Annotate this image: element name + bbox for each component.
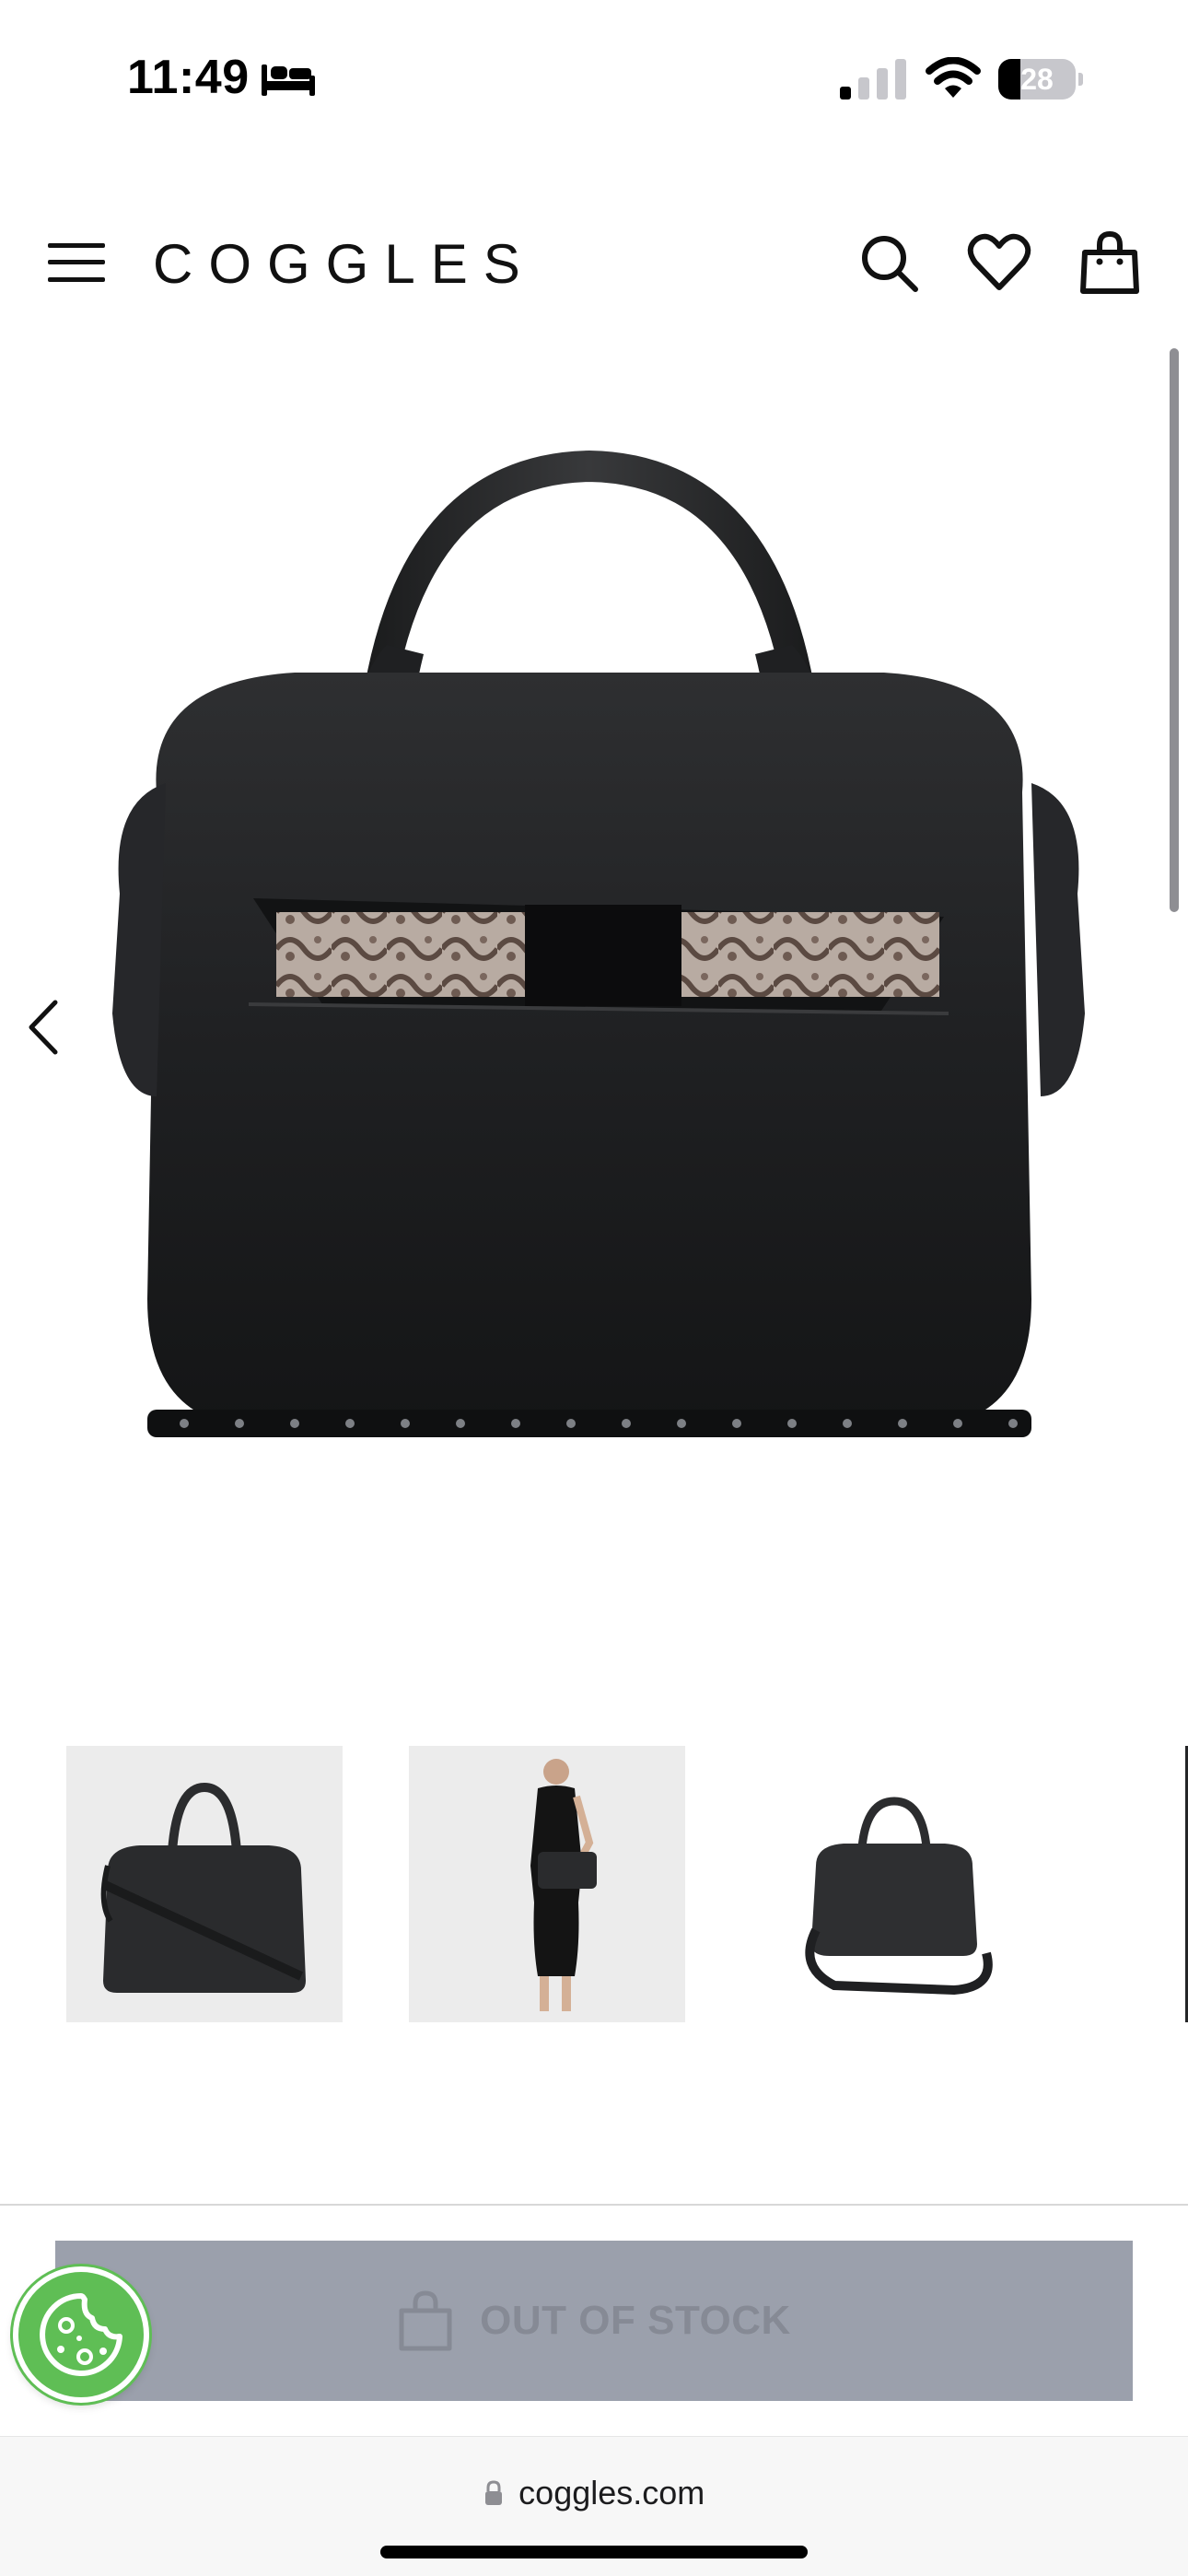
thumbnail-3[interactable] <box>751 1746 1028 2022</box>
site-header: COGGLES <box>0 193 1188 332</box>
battery-body: 28 <box>998 59 1076 100</box>
home-indicator[interactable] <box>380 2546 808 2558</box>
wifi-icon <box>926 57 981 98</box>
product-gallery <box>0 341 1188 1723</box>
heart-icon <box>967 233 1031 290</box>
out-of-stock-label: OUT OF STOCK <box>480 2298 791 2343</box>
hamburger-menu-icon[interactable] <box>48 241 105 284</box>
brand-logo[interactable]: COGGLES <box>153 232 536 296</box>
thumbnail-model-image <box>530 1759 597 2011</box>
sleep-focus-icon <box>262 64 315 96</box>
battery-cap <box>1078 73 1083 86</box>
thumbnail-4[interactable] <box>1094 1746 1188 2022</box>
cellular-signal-icon <box>840 59 906 100</box>
thumbnail-1[interactable] <box>66 1746 343 2022</box>
url-field[interactable]: coggles.com <box>0 2474 1188 2512</box>
product-main-image[interactable] <box>55 378 1142 1483</box>
chevron-left-icon[interactable] <box>20 995 66 1060</box>
url-text: coggles.com <box>518 2474 705 2512</box>
bag-icon <box>399 2290 452 2351</box>
thumbnail-2[interactable] <box>409 1746 685 2022</box>
thumbnail-strip <box>0 1746 1188 2024</box>
shopping-bag-icon <box>1080 230 1139 294</box>
wishlist-button[interactable] <box>967 230 1031 295</box>
thumbnail-bag-side-image <box>805 1797 993 1996</box>
status-bar: 11:49 28 <box>0 0 1188 161</box>
lock-icon <box>484 2480 502 2505</box>
search-button[interactable] <box>856 230 921 295</box>
product-page: 11:49 28 COGGLES OUT OF STOCK coggles.co… <box>0 0 1188 2576</box>
search-icon <box>862 236 918 292</box>
scrollbar[interactable] <box>1170 348 1179 912</box>
thumbnail-bag-front-image <box>100 1782 306 1993</box>
status-time: 11:49 <box>127 51 250 104</box>
thumbnail-bag-detail-image <box>1185 1746 1188 2022</box>
cookie-icon <box>40 2293 122 2376</box>
battery-level: 28 <box>1020 63 1054 96</box>
browser-url-bar: coggles.com <box>0 2436 1188 2576</box>
cookie-settings-button[interactable] <box>13 2266 149 2403</box>
cart-button[interactable] <box>1077 230 1142 295</box>
purchase-bar: OUT OF STOCK <box>0 2204 1188 2436</box>
out-of-stock-button[interactable]: OUT OF STOCK <box>55 2241 1133 2401</box>
battery-icon: 28 <box>998 59 1083 100</box>
